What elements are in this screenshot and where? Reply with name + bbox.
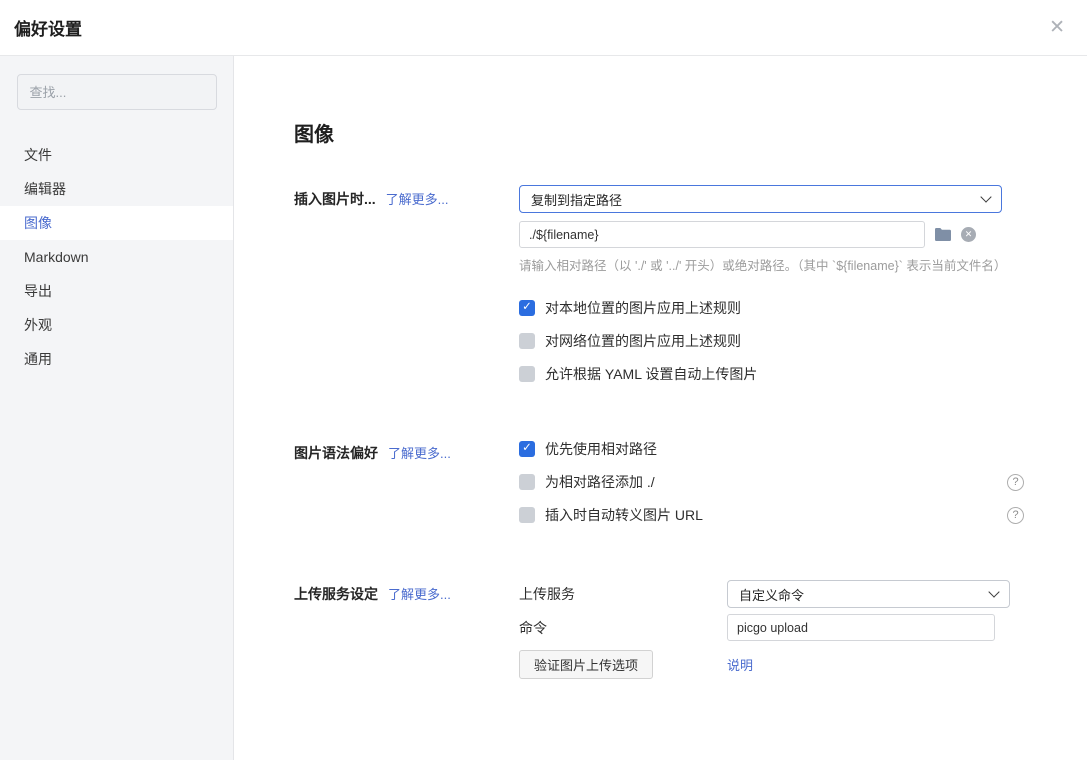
checkbox-checked-icon	[519, 300, 535, 316]
checkbox-escape-image-url[interactable]: 插入时自动转义图片 URL	[519, 505, 703, 525]
help-icon[interactable]: ?	[1007, 507, 1024, 524]
sidebar-item-markdown[interactable]: Markdown	[0, 240, 233, 274]
question-mark: ?	[1012, 476, 1018, 488]
checkbox-unchecked-icon	[519, 474, 535, 490]
checkbox-add-dot-slash[interactable]: 为相对路径添加 ./	[519, 472, 655, 492]
sidebar-item-files[interactable]: 文件	[0, 138, 233, 172]
window-title: 偏好设置	[14, 15, 82, 40]
checkbox-unchecked-icon	[519, 333, 535, 349]
insert-mode-select[interactable]: 复制到指定路径	[519, 185, 1002, 213]
sidebar-item-export[interactable]: 导出	[0, 274, 233, 308]
search-input[interactable]	[17, 74, 217, 110]
syntax-section-label: 图片语法偏好	[294, 445, 378, 461]
content-pane: 图像 插入图片时... 了解更多... 复制到指定路径	[234, 56, 1087, 760]
close-button[interactable]: ✕	[1045, 14, 1069, 41]
clear-icon: ✕	[965, 229, 973, 240]
section-upload-service: 上传服务设定了解更多... 上传服务 自定义命令 命令	[294, 580, 1087, 679]
folder-browse-button[interactable]	[934, 227, 952, 242]
checkbox-label: 对网络位置的图片应用上述规则	[545, 331, 741, 351]
path-hint-text: 请输入相对路径（以 './' 或 '../' 开头）或绝对路径。（其中 `${f…	[519, 255, 1024, 274]
close-icon: ✕	[1049, 17, 1065, 38]
section-image-syntax: 图片语法偏好了解更多... 优先使用相对路径 为相对路径添加 ./	[294, 439, 1087, 538]
clear-path-button[interactable]: ✕	[961, 227, 976, 242]
insert-section-label: 插入图片时...	[294, 191, 376, 207]
sidebar-item-general[interactable]: 通用	[0, 342, 233, 376]
copy-path-input[interactable]	[519, 221, 925, 248]
insert-learn-more-link[interactable]: 了解更多...	[386, 192, 449, 207]
preferences-window: 偏好设置 ✕ 文件 编辑器 图像 Markdown 导出 外观 通用 图像	[0, 0, 1087, 760]
page-title: 图像	[294, 118, 1087, 147]
sidebar: 文件 编辑器 图像 Markdown 导出 外观 通用	[0, 56, 234, 760]
chevron-down-icon	[988, 586, 999, 597]
checkbox-label: 对本地位置的图片应用上述规则	[545, 298, 741, 318]
checkbox-prefer-relative-path[interactable]: 优先使用相对路径	[519, 439, 657, 459]
checkbox-apply-local-images[interactable]: 对本地位置的图片应用上述规则	[519, 298, 741, 318]
section-insert-image: 插入图片时... 了解更多... 复制到指定路径	[294, 185, 1087, 397]
checkbox-checked-icon	[519, 441, 535, 457]
syntax-learn-more-link[interactable]: 了解更多...	[388, 446, 451, 461]
insert-mode-select-value: 复制到指定路径	[531, 190, 622, 209]
sidebar-nav: 文件 编辑器 图像 Markdown 导出 外观 通用	[0, 138, 233, 376]
upload-learn-more-link[interactable]: 了解更多...	[388, 587, 451, 602]
checkbox-apply-network-images[interactable]: 对网络位置的图片应用上述规则	[519, 331, 741, 351]
sidebar-item-image[interactable]: 图像	[0, 206, 233, 240]
checkbox-label: 允许根据 YAML 设置自动上传图片	[545, 364, 757, 384]
command-label: 命令	[519, 618, 727, 638]
upload-service-label: 上传服务	[519, 584, 727, 604]
checkbox-label: 优先使用相对路径	[545, 439, 657, 459]
checkbox-label: 为相对路径添加 ./	[545, 472, 655, 492]
upload-service-select-value: 自定义命令	[739, 585, 804, 604]
upload-section-label: 上传服务设定	[294, 586, 378, 602]
folder-icon	[934, 227, 952, 242]
sidebar-item-editor[interactable]: 编辑器	[0, 172, 233, 206]
question-mark: ?	[1012, 509, 1018, 521]
checkbox-unchecked-icon	[519, 507, 535, 523]
validate-upload-button[interactable]: 验证图片上传选项	[519, 650, 653, 679]
command-input[interactable]	[727, 614, 995, 641]
checkbox-label: 插入时自动转义图片 URL	[545, 505, 703, 525]
sidebar-item-appearance[interactable]: 外观	[0, 308, 233, 342]
upload-service-select[interactable]: 自定义命令	[727, 580, 1010, 608]
help-icon[interactable]: ?	[1007, 474, 1024, 491]
chevron-down-icon	[980, 191, 991, 202]
upload-doc-link[interactable]: 说明	[727, 655, 753, 674]
checkbox-yaml-auto-upload[interactable]: 允许根据 YAML 设置自动上传图片	[519, 364, 757, 384]
titlebar: 偏好设置 ✕	[0, 0, 1087, 56]
checkbox-unchecked-icon	[519, 366, 535, 382]
